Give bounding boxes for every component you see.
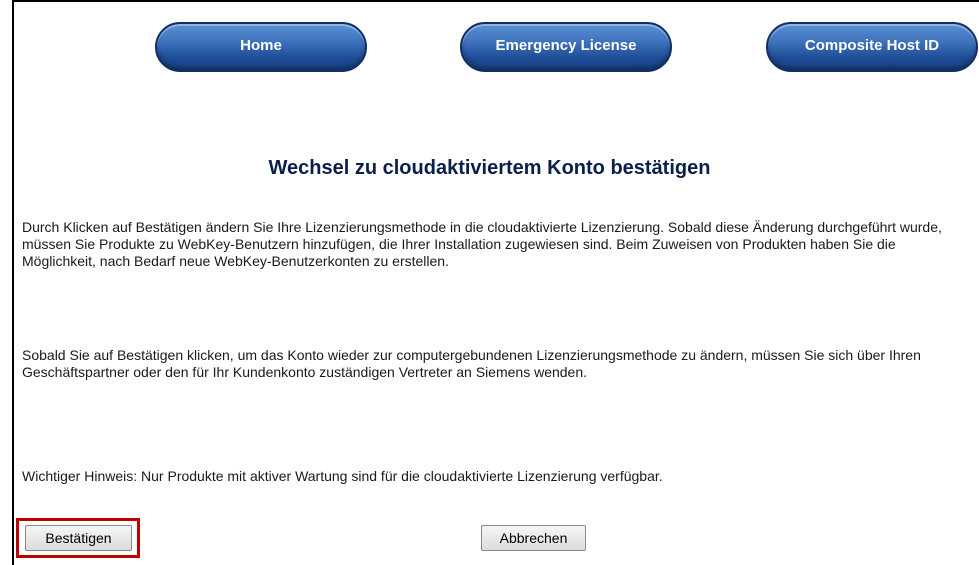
home-nav-button[interactable]: Home bbox=[155, 22, 367, 72]
home-nav-label: Home bbox=[240, 37, 282, 54]
composite-host-id-nav-button[interactable]: Composite Host ID bbox=[766, 22, 978, 72]
emergency-license-nav-label: Emergency License bbox=[495, 37, 637, 54]
cancel-button[interactable]: Abbrechen bbox=[481, 525, 586, 551]
info-paragraph-2: Sobald Sie auf Bestätigen klicken, um da… bbox=[22, 347, 921, 380]
info-paragraph-1: Durch Klicken auf Bestätigen ändern Sie … bbox=[22, 219, 942, 269]
emergency-license-nav-button[interactable]: Emergency License bbox=[460, 22, 672, 72]
page-title: Wechsel zu cloudaktiviertem Konto bestät… bbox=[268, 157, 711, 179]
important-note: Wichtiger Hinweis: Nur Produkte mit akti… bbox=[22, 468, 663, 484]
confirm-button[interactable]: Bestätigen bbox=[25, 525, 132, 551]
composite-host-id-nav-label: Composite Host ID bbox=[804, 37, 940, 54]
